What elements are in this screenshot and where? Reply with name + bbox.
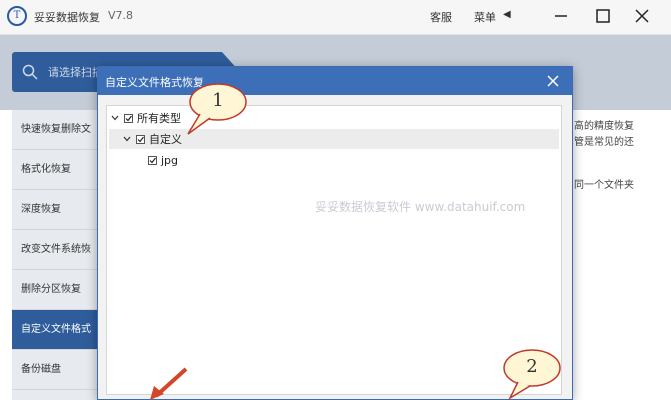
file-type-tree: 所有类型 自定义 jpg [106, 105, 562, 395]
minimize-button[interactable] [546, 4, 576, 28]
maximize-button[interactable] [588, 4, 618, 28]
search-icon [22, 64, 38, 80]
scan-select-placeholder: 请选择扫描 [48, 66, 103, 79]
minimize-icon [555, 15, 567, 17]
dialog-close-button[interactable] [541, 70, 565, 92]
sidebar-item-custom-format[interactable]: 自定义文件格式 [12, 310, 100, 350]
tree-node-jpg[interactable]: jpg [109, 150, 559, 170]
menu-arrow-icon[interactable]: ◀ [503, 9, 511, 20]
sidebar-item-partition-recover[interactable]: 删除分区恢复 [12, 270, 100, 310]
chevron-down-icon[interactable] [121, 136, 133, 142]
sidebar-item-quick-recover[interactable]: 快速恢复删除文 [12, 110, 100, 150]
tree-node-custom[interactable]: 自定义 [109, 129, 559, 149]
tree-checkbox-custom[interactable] [136, 134, 145, 144]
callout-1-number: 1 [212, 90, 224, 111]
description-line-1: 高的精度恢复 [574, 121, 634, 132]
chevron-down-icon[interactable] [109, 115, 121, 121]
app-logo-icon: T [7, 6, 27, 26]
description-line-3: 同一个文件夹 [574, 180, 634, 191]
dialog-header: 自定义文件格式恢复 [98, 67, 572, 95]
tree-checkbox-jpg[interactable] [148, 155, 157, 165]
support-button[interactable]: 客服 [430, 9, 452, 25]
tree-checkbox-all-types[interactable] [124, 113, 133, 123]
watermark: 妥妥数据恢复软件 www.datahuif.com [315, 200, 526, 214]
tree-label-all-types: 所有类型 [137, 112, 181, 125]
close-window-button[interactable] [627, 4, 657, 28]
pointer-arrow-icon [150, 367, 188, 400]
tree-label-jpg: jpg [161, 153, 179, 167]
close-icon [547, 75, 559, 87]
title-bar: T 妥妥数据恢复 V7.8 客服 菜单 ◀ [0, 0, 671, 35]
sidebar-item-deep-recover[interactable]: 深度恢复 [12, 190, 100, 230]
sidebar-item-fs-change-recover[interactable]: 改变文件系统恢 [12, 230, 100, 270]
callout-2-number: 2 [526, 356, 538, 377]
menu-button[interactable]: 菜单 [474, 9, 496, 25]
tree-label-custom: 自定义 [149, 133, 182, 146]
tree-node-all-types[interactable]: 所有类型 [109, 108, 559, 128]
maximize-icon [596, 9, 610, 23]
sidebar-item-backup-disk[interactable]: 备份磁盘 [12, 350, 100, 390]
description-line-2: 管是常见的还 [574, 137, 634, 148]
sidebar-item-format-recover[interactable]: 格式化恢复 [12, 150, 100, 190]
app-version: V7.8 [108, 9, 134, 22]
close-icon [635, 9, 649, 23]
app-title: 妥妥数据恢复 [34, 11, 100, 24]
